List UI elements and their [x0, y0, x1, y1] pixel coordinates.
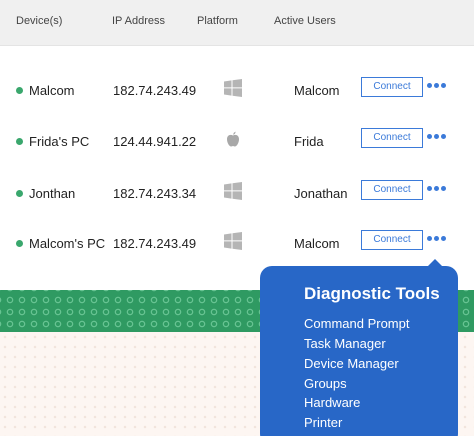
- more-options-icon[interactable]: [427, 236, 447, 242]
- active-user: Malcom: [294, 83, 340, 98]
- connect-button[interactable]: Connect: [361, 77, 423, 97]
- menu-item-device-manager[interactable]: Device Manager: [304, 356, 399, 371]
- table-row: Frida's PC 124.44.941.22 Frida Connect: [0, 118, 474, 168]
- connect-button[interactable]: Connect: [361, 230, 423, 250]
- apple-icon: [227, 131, 239, 147]
- menu-item-groups[interactable]: Groups: [304, 376, 347, 391]
- connect-button[interactable]: Connect: [361, 180, 423, 200]
- active-user: Frida: [294, 134, 324, 149]
- ip-address: 182.74.243.34: [113, 186, 197, 201]
- device-name: Frida's PC: [29, 134, 90, 149]
- device-table: Device(s) IP Address Platform Active Use…: [0, 0, 474, 290]
- active-user: Jonathan: [294, 186, 348, 201]
- diagnostic-tools-menu: Diagnostic Tools Command Prompt Task Man…: [260, 266, 458, 436]
- table-row: Malcom's PC 182.74.243.49 Malcom Connect: [0, 220, 474, 270]
- online-status-dot: [16, 138, 23, 145]
- active-user: Malcom: [294, 236, 340, 251]
- menu-item-task-manager[interactable]: Task Manager: [304, 336, 386, 351]
- column-header-platform[interactable]: Platform: [197, 15, 238, 27]
- ip-address: 182.74.243.49: [113, 83, 197, 98]
- table-row: Malcom 182.74.243.49 Malcom Connect: [0, 67, 474, 117]
- more-options-icon[interactable]: [427, 134, 447, 140]
- ip-address: 182.74.243.49: [113, 236, 197, 251]
- column-header-ip[interactable]: IP Address: [112, 15, 165, 27]
- menu-item-printer[interactable]: Printer: [304, 415, 342, 430]
- menu-title: Diagnostic Tools: [304, 284, 440, 303]
- online-status-dot: [16, 240, 23, 247]
- windows-icon: [224, 232, 242, 250]
- table-header: Device(s) IP Address Platform Active Use…: [0, 0, 474, 46]
- menu-item-hardware[interactable]: Hardware: [304, 395, 360, 410]
- device-name: Malcom's PC: [29, 236, 106, 251]
- table-row: Jonthan 182.74.243.34 Jonathan Connect: [0, 170, 474, 220]
- column-header-active-users[interactable]: Active Users: [274, 15, 336, 27]
- online-status-dot: [16, 87, 23, 94]
- more-options-icon[interactable]: [427, 186, 447, 192]
- online-status-dot: [16, 190, 23, 197]
- more-options-icon[interactable]: [427, 83, 447, 89]
- ip-address: 124.44.941.22: [113, 134, 197, 149]
- windows-icon: [224, 182, 242, 200]
- device-name: Jonthan: [29, 186, 76, 201]
- windows-icon: [224, 79, 242, 97]
- column-header-device[interactable]: Device(s): [16, 15, 62, 27]
- menu-item-command-prompt[interactable]: Command Prompt: [304, 316, 409, 331]
- connect-button[interactable]: Connect: [361, 128, 423, 148]
- device-name: Malcom: [29, 83, 75, 98]
